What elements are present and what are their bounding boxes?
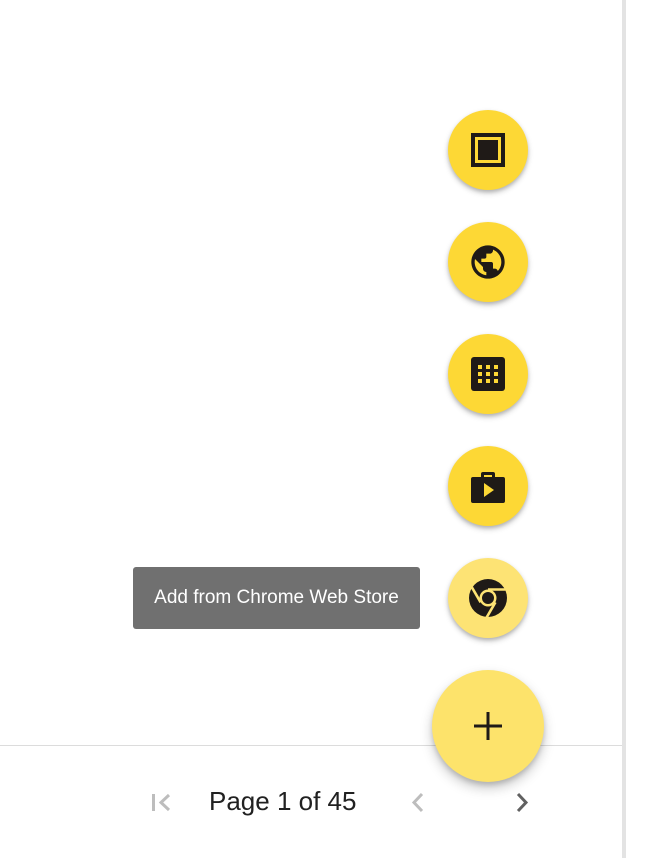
previous-page-button[interactable]	[398, 784, 438, 824]
fab-action-apps[interactable]	[448, 334, 528, 414]
fab-action-globe[interactable]	[448, 222, 528, 302]
chevron-left-icon	[402, 786, 434, 823]
play-store-bag-icon	[468, 466, 508, 506]
app-grid-icon	[468, 354, 508, 394]
add-fab-button[interactable]	[432, 670, 544, 782]
square-frame-icon	[468, 130, 508, 170]
page: Add from Chrome Web Store Page 1 of 45	[0, 0, 666, 858]
right-panel-divider	[622, 0, 626, 858]
chevron-right-icon	[506, 786, 538, 823]
globe-icon	[468, 242, 508, 282]
fab-action-square[interactable]	[448, 110, 528, 190]
page-indicator: Page 1 of 45	[209, 786, 357, 816]
plus-icon	[471, 709, 505, 743]
chrome-store-tooltip: Add from Chrome Web Store	[133, 567, 420, 629]
fab-action-chrome-store[interactable]	[448, 558, 528, 638]
chrome-icon	[466, 576, 510, 620]
next-page-button[interactable]	[502, 784, 542, 824]
first-page-button[interactable]	[141, 784, 181, 824]
fab-action-play-store[interactable]	[448, 446, 528, 526]
first-page-icon	[145, 786, 177, 823]
